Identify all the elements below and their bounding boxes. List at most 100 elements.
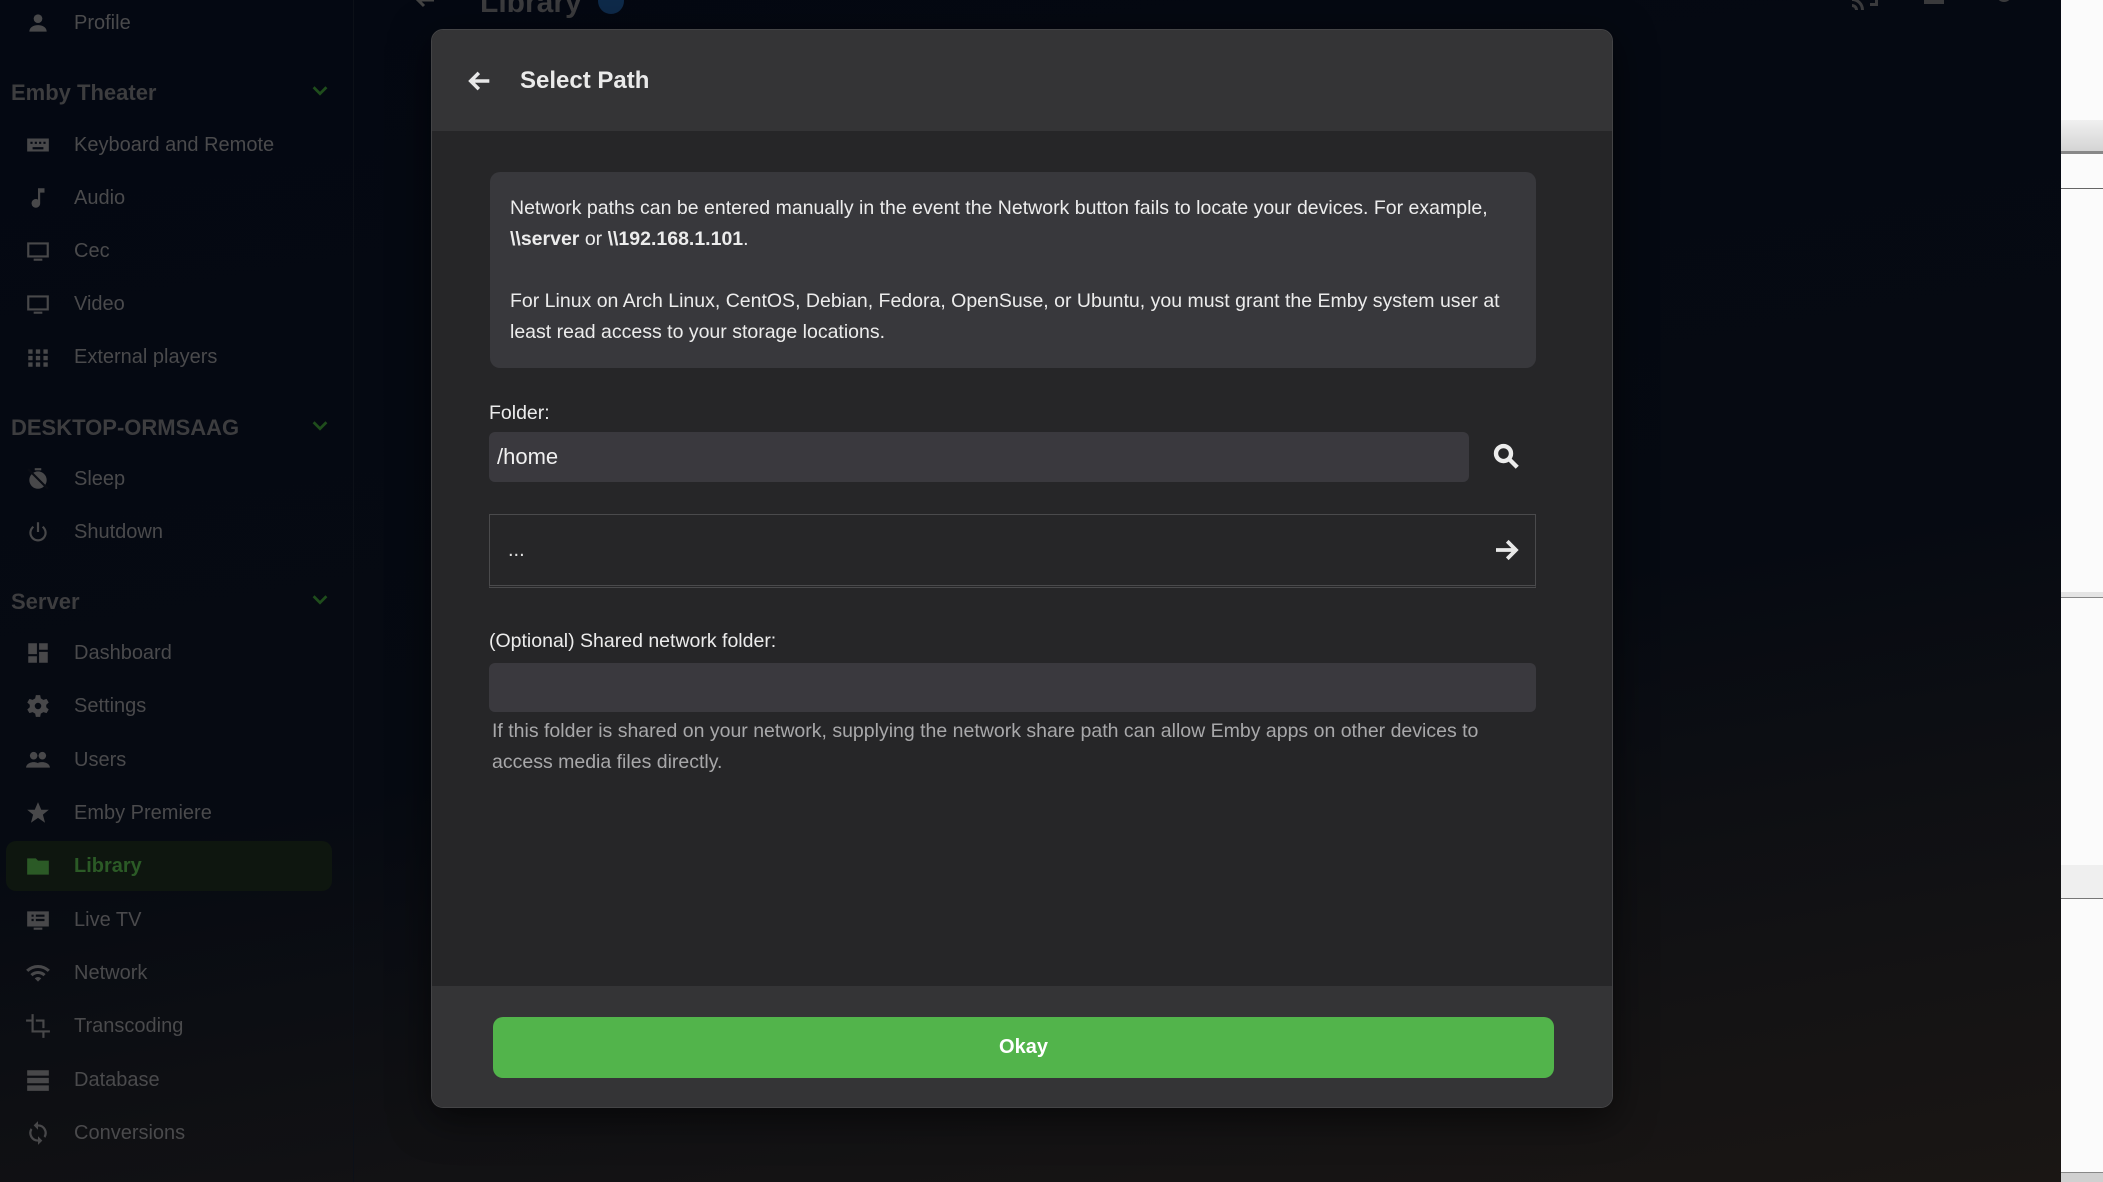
chevron-down-icon[interactable] (309, 79, 331, 107)
crop-icon (24, 1012, 52, 1040)
page-header: Library (354, 0, 2061, 30)
sidebar-item-label: Database (74, 1068, 160, 1091)
divider (2061, 865, 2103, 899)
power-icon (24, 518, 52, 546)
section-title: Server (11, 589, 80, 614)
sidebar-item-external-players[interactable]: External players (6, 332, 332, 382)
info-paragraph-network: Network paths can be entered manually in… (510, 193, 1516, 255)
sidebar: Profile Emby Theater Keyboard and Remote… (0, 0, 354, 1182)
sidebar-item-label: Conversions (74, 1121, 186, 1144)
select-path-dialog: Select Path Network paths can be entered… (431, 29, 1613, 1108)
example-path-ip: \\192.168.1.101 (607, 228, 744, 250)
monitor-icon (24, 290, 52, 318)
sidebar-item-sleep[interactable]: Sleep (6, 454, 332, 504)
sidebar-item-network[interactable]: Network (6, 948, 332, 998)
section-title: Emby Theater (11, 80, 157, 105)
sidebar-item-cec[interactable]: Cec (6, 226, 332, 276)
directory-list-item[interactable]: ... (489, 514, 1536, 588)
back-arrow-icon[interactable] (414, 0, 438, 12)
sidebar-item-label: External players (74, 345, 218, 368)
sidebar-item-label: Network (74, 961, 148, 984)
sidebar-item-transcoding[interactable]: Transcoding (6, 1001, 332, 1051)
info-icon[interactable] (598, 0, 624, 14)
user-icon[interactable] (1920, 0, 1948, 10)
shared-folder-help-text: If this folder is shared on your network… (492, 720, 1479, 773)
dialog-header: Select Path (432, 30, 1612, 131)
sync-icon (24, 1119, 52, 1147)
dashboard-icon (24, 639, 52, 667)
divider (2061, 188, 2103, 189)
database-icon (24, 1066, 52, 1094)
sidebar-item-shutdown[interactable]: Shutdown (6, 507, 332, 557)
chevron-down-icon[interactable] (309, 588, 331, 616)
sidebar-item-video[interactable]: Video (6, 279, 332, 329)
section-title: DESKTOP-ORMSAAG (11, 415, 240, 440)
sidebar-item-label: Library (74, 854, 142, 877)
sidebar-item-dashboard[interactable]: Dashboard (6, 628, 332, 678)
sidebar-item-label: Keyboard and Remote (74, 133, 275, 156)
sidebar-section-desktop[interactable]: DESKTOP-ORMSAAG (11, 411, 331, 445)
sidebar-item-label: Video (74, 292, 125, 315)
sidebar-item-label: Settings (74, 694, 147, 717)
dialog-footer: Okay (432, 986, 1612, 1107)
directory-name: ... (508, 538, 525, 561)
sidebar-item-emby-premiere[interactable]: Emby Premiere (6, 788, 332, 838)
sidebar-item-label: Shutdown (74, 520, 163, 543)
people-icon (24, 746, 52, 774)
person-icon (24, 9, 52, 37)
dialog-title: Select Path (520, 66, 650, 94)
live-tv-icon (24, 906, 52, 934)
back-arrow-icon (468, 71, 490, 90)
sidebar-section-emby-theater[interactable]: Emby Theater (11, 76, 331, 110)
arrow-right-icon (1491, 535, 1521, 565)
sidebar-item-keyboard-and-remote[interactable]: Keyboard and Remote (6, 120, 332, 170)
search-button[interactable] (1486, 436, 1526, 476)
divider (2061, 1172, 2103, 1182)
sidebar-section-server[interactable]: Server (11, 585, 331, 619)
okay-button[interactable]: Okay (493, 1017, 1554, 1078)
timer-off-icon (24, 465, 52, 493)
sidebar-item-label: Profile (74, 11, 131, 34)
folder-icon (24, 852, 52, 880)
sidebar-item-users[interactable]: Users (6, 735, 332, 785)
back-button[interactable] (462, 63, 498, 99)
info-text: . (743, 228, 749, 250)
sidebar-item-label: Audio (74, 186, 126, 209)
settings-icon[interactable] (1990, 0, 2018, 10)
sidebar-item-database[interactable]: Database (6, 1055, 332, 1105)
sidebar-item-label: Emby Premiere (74, 801, 212, 824)
sidebar-item-settings[interactable]: Settings (6, 681, 332, 731)
sidebar-item-label: Live TV (74, 908, 142, 931)
folder-input[interactable] (489, 432, 1469, 482)
gear-icon (24, 692, 52, 720)
shared-folder-label: (Optional) Shared network folder: (489, 630, 777, 652)
sidebar-item-label: Sleep (74, 467, 126, 490)
info-text: Network paths can be entered manually in… (510, 197, 1488, 219)
divider (2061, 592, 2103, 598)
star-icon (24, 799, 52, 827)
adjacent-window-edge (2061, 0, 2103, 1182)
monitor-icon (24, 237, 52, 265)
page-title: Library (480, 0, 582, 19)
sidebar-item-live-tv[interactable]: Live TV (6, 895, 332, 945)
info-box: Network paths can be entered manually in… (490, 172, 1536, 368)
search-icon (1493, 443, 1519, 469)
folder-label: Folder: (489, 402, 550, 424)
wifi-icon (24, 959, 52, 987)
info-paragraph-linux: For Linux on Arch Linux, CentOS, Debian,… (510, 290, 1500, 343)
keyboard-icon (24, 131, 52, 159)
sidebar-item-label: Dashboard (74, 641, 172, 664)
sidebar-item-profile[interactable]: Profile (6, 0, 332, 48)
sidebar-item-library[interactable]: Library (6, 841, 332, 891)
info-text: or (579, 228, 608, 250)
adjacent-window-toolbar (2061, 120, 2103, 154)
sidebar-item-conversions[interactable]: Conversions (6, 1108, 332, 1158)
sidebar-item-label: Transcoding (74, 1014, 184, 1037)
sidebar-item-audio[interactable]: Audio (6, 173, 332, 223)
cast-icon[interactable] (1850, 0, 1878, 10)
sidebar-item-label: Users (74, 748, 127, 771)
music-note-icon (24, 184, 52, 212)
chevron-down-icon[interactable] (309, 414, 331, 442)
grid-icon (24, 343, 52, 371)
shared-folder-input[interactable] (489, 663, 1536, 712)
